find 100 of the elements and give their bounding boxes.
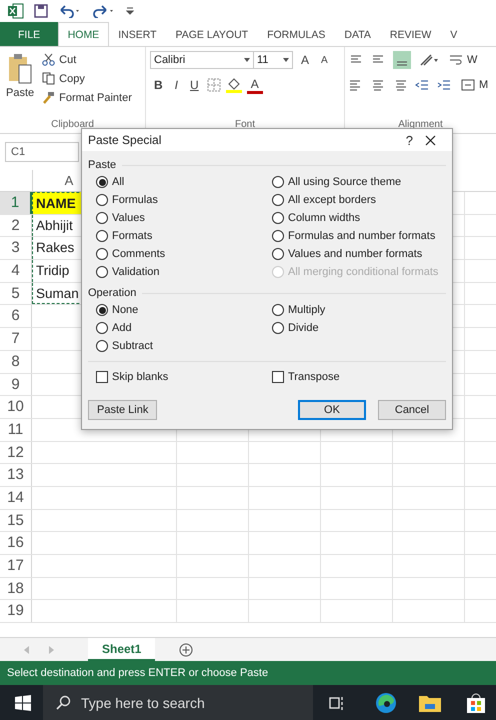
radio-option[interactable]: Formulas and number formats xyxy=(272,227,446,245)
underline-button[interactable]: U xyxy=(186,76,203,94)
radio-option[interactable]: All using Source theme xyxy=(272,173,446,191)
radio-icon[interactable] xyxy=(272,304,284,316)
fill-color-icon[interactable] xyxy=(224,76,243,92)
row-number[interactable]: 6 xyxy=(0,305,32,328)
row-number[interactable]: 13 xyxy=(0,464,32,486)
increase-indent-icon[interactable] xyxy=(437,78,451,92)
row-number[interactable]: 18 xyxy=(0,578,32,600)
radio-icon[interactable] xyxy=(272,212,284,224)
merge-icon xyxy=(461,79,475,91)
row-number[interactable]: 17 xyxy=(0,555,32,577)
row-number[interactable]: 7 xyxy=(0,328,32,350)
dialog-button[interactable]: Paste Link xyxy=(88,400,158,420)
radio-icon[interactable] xyxy=(272,176,284,188)
align-right-icon[interactable] xyxy=(393,78,407,92)
save-icon[interactable] xyxy=(34,4,48,18)
radio-option[interactable]: Multiply xyxy=(272,301,446,319)
ribbon-tab[interactable]: FILE xyxy=(0,22,58,46)
row-number[interactable]: 3 xyxy=(0,237,32,260)
row-number[interactable]: 1 xyxy=(0,192,32,214)
row-number[interactable]: 16 xyxy=(0,532,32,554)
bottom-align-icon[interactable] xyxy=(393,51,411,69)
row-number[interactable]: 10 xyxy=(0,396,32,418)
radio-icon[interactable] xyxy=(96,266,108,278)
shrink-font-button[interactable]: A xyxy=(317,52,332,68)
radio-icon[interactable] xyxy=(96,176,108,188)
row-number[interactable]: 19 xyxy=(0,600,32,622)
center-icon[interactable] xyxy=(371,78,385,92)
checkbox-option[interactable]: Transpose xyxy=(272,368,452,386)
borders-icon[interactable] xyxy=(206,78,221,92)
redo-icon[interactable] xyxy=(92,4,116,18)
radio-icon[interactable] xyxy=(272,230,284,242)
format-painter-button[interactable]: Format Painter xyxy=(40,89,134,106)
close-icon[interactable] xyxy=(425,134,436,146)
row-number[interactable]: 8 xyxy=(0,350,32,372)
checkbox-option[interactable]: Skip blanks xyxy=(96,368,272,386)
dropdown-arrow-icon xyxy=(283,58,289,62)
radio-icon[interactable] xyxy=(272,194,284,206)
ribbon-tab[interactable]: PAGE LAYOUT xyxy=(166,22,258,46)
store-icon[interactable] xyxy=(467,692,485,712)
radio-icon[interactable] xyxy=(96,322,108,334)
radio-icon[interactable] xyxy=(272,248,284,260)
orientation-icon[interactable] xyxy=(419,53,439,67)
search-field[interactable]: Type here to search xyxy=(43,685,313,720)
copy-button[interactable]: Copy xyxy=(40,70,134,87)
font-name-field[interactable]: Calibri xyxy=(150,51,254,69)
font-color-button[interactable]: A xyxy=(246,75,263,94)
folder-icon[interactable] xyxy=(419,694,441,712)
ribbon-tab[interactable]: INSERT xyxy=(108,22,166,46)
ribbon-tab[interactable]: V xyxy=(440,22,467,46)
task-view-icon[interactable] xyxy=(329,694,345,710)
ribbon-tab[interactable]: FORMULAS xyxy=(258,22,335,46)
row-number[interactable]: 11 xyxy=(0,418,32,441)
radio-option[interactable]: Subtract xyxy=(96,337,272,355)
dialog-button[interactable]: OK xyxy=(298,400,366,420)
radio-icon[interactable] xyxy=(96,304,108,316)
radio-icon[interactable] xyxy=(96,194,108,206)
radio-icon[interactable] xyxy=(96,340,108,352)
row-number[interactable]: 5 xyxy=(0,282,32,304)
radio-option[interactable]: Column widths xyxy=(272,209,446,227)
radio-option[interactable]: Values and number formats xyxy=(272,245,446,263)
radio-option[interactable]: Add xyxy=(96,319,272,337)
ribbon-tab[interactable]: REVIEW xyxy=(380,22,441,46)
radio-icon[interactable] xyxy=(272,322,284,334)
dialog-button[interactable]: Cancel xyxy=(378,400,446,420)
grow-font-button[interactable]: A xyxy=(297,51,314,69)
row-number[interactable]: 9 xyxy=(0,374,32,396)
undo-icon[interactable] xyxy=(58,4,82,18)
paintbrush-icon xyxy=(42,91,56,104)
radio-icon[interactable] xyxy=(96,212,108,224)
cut-button[interactable]: Cut xyxy=(40,51,134,68)
row-number[interactable]: 15 xyxy=(0,510,32,532)
browser-icon[interactable] xyxy=(375,692,397,714)
font-size-field[interactable]: 11 xyxy=(253,51,293,69)
radio-option[interactable]: All except borders xyxy=(272,191,446,209)
row-number[interactable]: 14 xyxy=(0,486,32,509)
decrease-indent-icon[interactable] xyxy=(415,78,429,92)
customize-menu-icon[interactable] xyxy=(126,6,134,16)
ribbon-tab[interactable]: DATA xyxy=(334,22,380,46)
excel-logo-icon[interactable] xyxy=(8,3,24,19)
add-sheet-icon[interactable] xyxy=(179,642,194,656)
radio-icon[interactable] xyxy=(96,230,108,242)
radio-icon[interactable] xyxy=(96,248,108,260)
ribbon-tab[interactable]: HOME xyxy=(58,22,109,46)
help-button[interactable]: ? xyxy=(394,132,425,148)
align-left-icon[interactable] xyxy=(349,78,363,92)
windows-start-icon[interactable] xyxy=(15,694,31,710)
wrap-text-button[interactable]: W xyxy=(447,52,480,68)
wrap-text-icon xyxy=(449,54,463,66)
italic-button[interactable]: I xyxy=(170,76,182,94)
radio-option[interactable]: Divide xyxy=(272,319,446,337)
name-box[interactable]: C1 xyxy=(5,142,79,162)
row-number[interactable]: 4 xyxy=(0,260,32,282)
paste-button[interactable]: Paste xyxy=(4,51,36,119)
sheet-tab[interactable]: Sheet1 xyxy=(88,638,156,661)
row-number[interactable]: 2 xyxy=(0,214,32,236)
bold-button[interactable]: B xyxy=(150,76,167,94)
merge-button[interactable]: M xyxy=(459,77,490,93)
row-number[interactable]: 12 xyxy=(0,442,32,464)
